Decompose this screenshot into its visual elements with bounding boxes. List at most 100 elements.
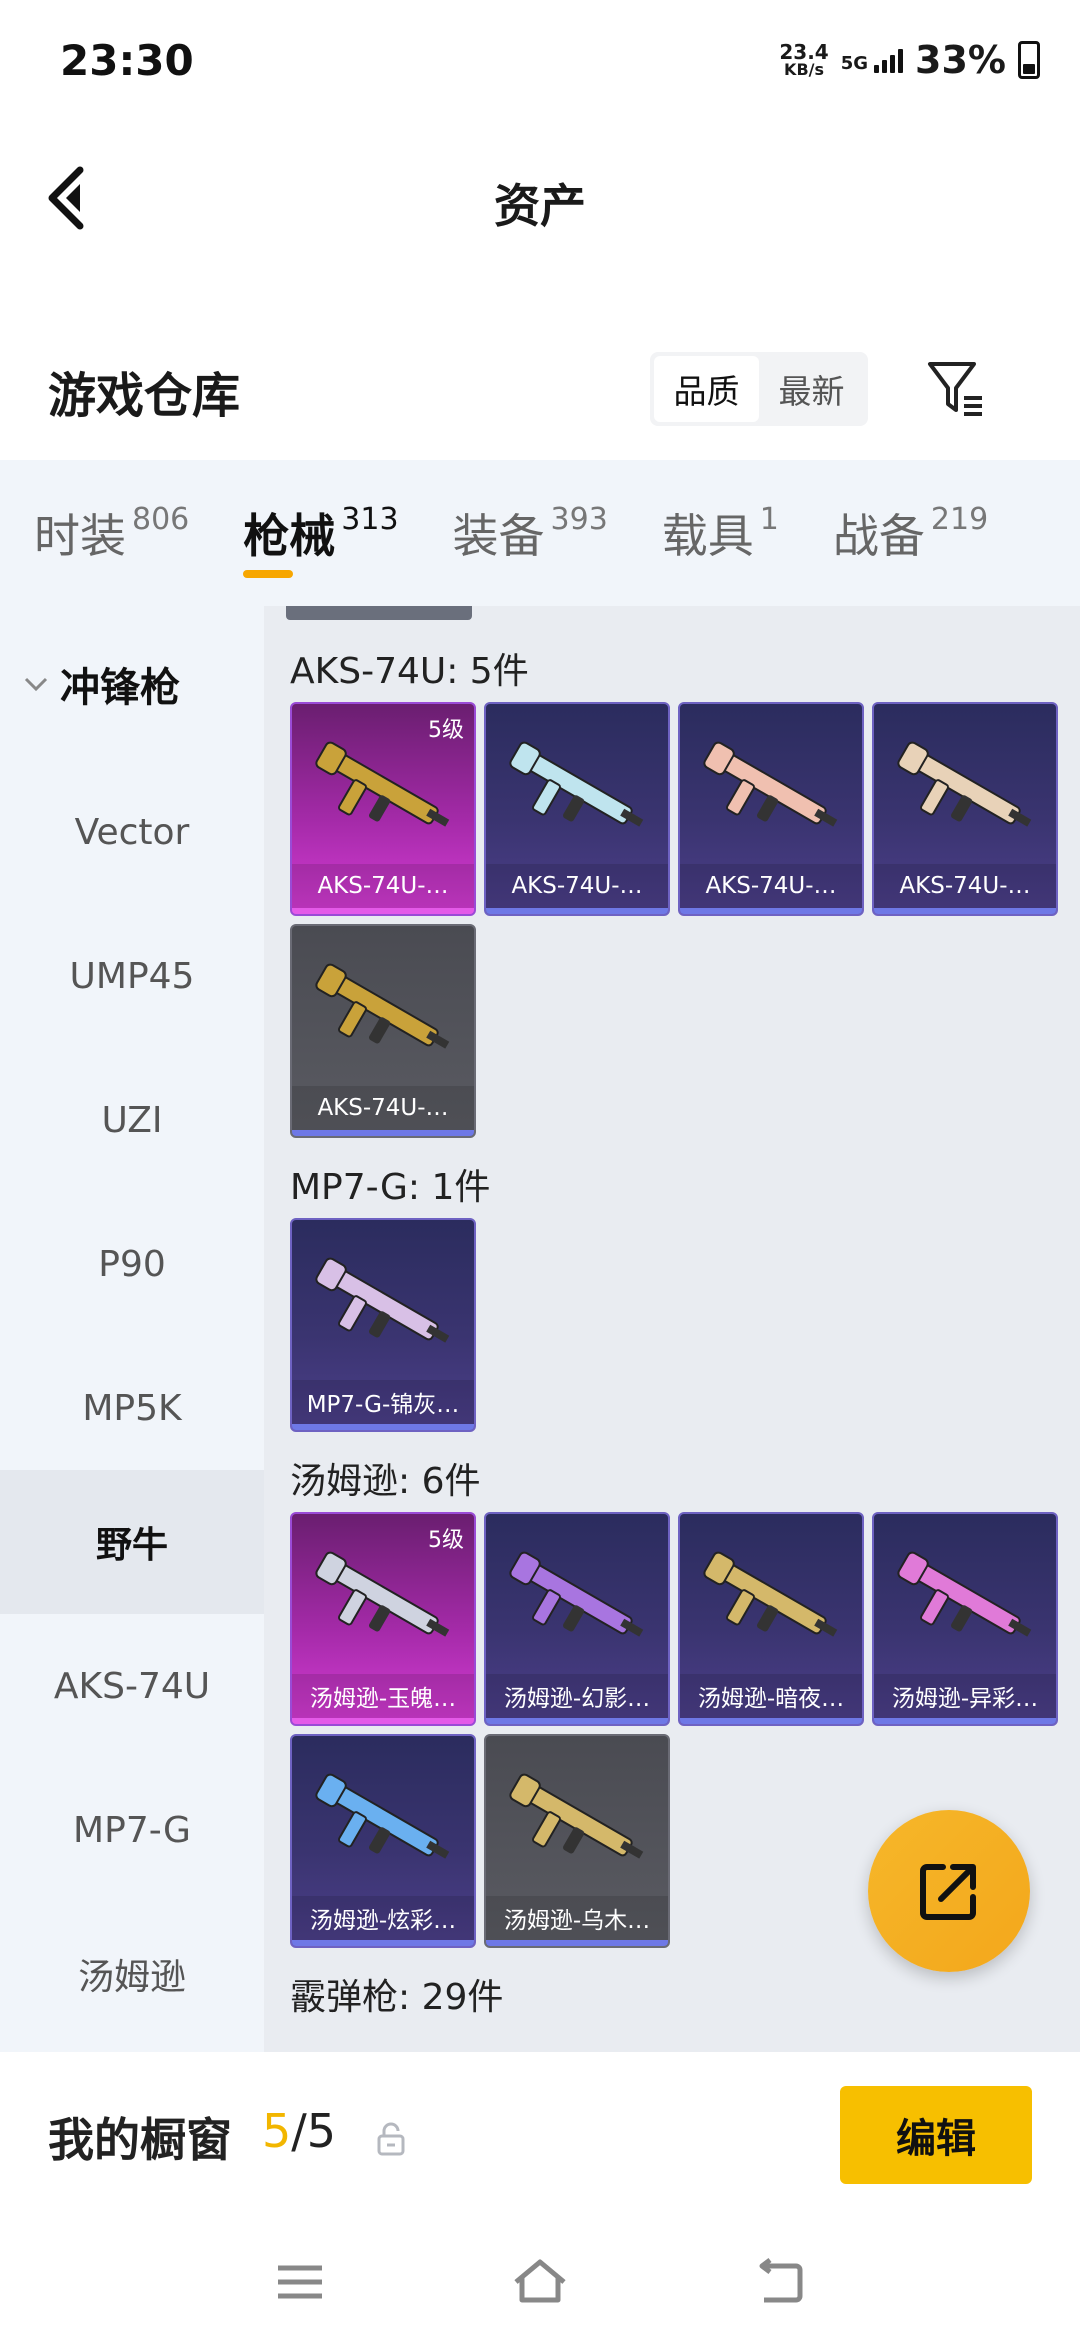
home-icon[interactable] — [510, 2252, 570, 2312]
weapon-name: 汤姆逊-炫彩… — [292, 1896, 474, 1940]
weapon-card[interactable]: 汤姆逊-幻影… — [484, 1512, 670, 1726]
showcase-label: 我的橱窗 — [48, 2113, 232, 2167]
chevron-down-icon — [24, 677, 48, 692]
tab-vehicles[interactable]: 载具 1 — [628, 460, 799, 606]
signal-indicator: 5G — [840, 47, 904, 74]
sidebar-group-smg[interactable]: 冲锋枪 — [0, 644, 264, 724]
weapon-card[interactable]: 汤姆逊-乌木… — [484, 1734, 670, 1948]
network-speed-value: 23.4 — [779, 40, 829, 64]
active-tab-indicator — [243, 570, 294, 578]
weapon-skin-icon — [315, 1551, 450, 1637]
section-title: AKS-74U: 5件 — [290, 651, 529, 692]
weapon-name: AKS-74U-… — [292, 864, 474, 908]
weapon-name: 汤姆逊-幻影… — [486, 1674, 668, 1718]
tab-equipment[interactable]: 装备 393 — [419, 460, 628, 606]
edit-button[interactable]: 编辑 — [840, 2086, 1032, 2184]
rarity-bar — [292, 1424, 474, 1430]
weapon-name: 汤姆逊-玉魄… — [292, 1674, 474, 1718]
tab-label: 枪械 — [243, 509, 336, 563]
showcase-bar: 我的橱窗 5/5 编辑 — [0, 2052, 1080, 2222]
weapon-card[interactable]: AKS-74U-… — [678, 702, 864, 916]
sidebar-item-mp7g[interactable]: MP7-G — [0, 1758, 264, 1902]
previous-card-edge — [286, 606, 472, 620]
network-speed: 23.4 KB/s — [779, 42, 828, 78]
rarity-bar — [292, 1718, 474, 1724]
tab-count: 806 — [132, 501, 190, 537]
weapon-card[interactable]: 5级 汤姆逊-玉魄… — [290, 1512, 476, 1726]
tab-count: 1 — [759, 501, 779, 537]
filter-icon[interactable] — [924, 356, 988, 420]
weapon-name: AKS-74U-… — [486, 864, 668, 908]
rarity-bar — [874, 908, 1056, 914]
sidebar-item-mp5k[interactable]: MP5K — [0, 1336, 264, 1480]
weapon-card[interactable]: 5级 AKS-74U-… — [290, 702, 476, 916]
weapon-card[interactable]: 汤姆逊-暗夜… — [678, 1512, 864, 1726]
rarity-bar — [486, 1940, 668, 1946]
rarity-bar — [486, 1718, 668, 1724]
weapon-card[interactable]: MP7-G-锦灰… — [290, 1218, 476, 1432]
assets-page: 23:30 23.4 KB/s 5G 33% 资产 游戏仓库 品质 最新 时装 … — [0, 0, 1080, 2344]
tab-label: 战备 — [832, 509, 925, 563]
rarity-bar — [292, 1940, 474, 1946]
section-title: 汤姆逊: 6件 — [290, 1461, 481, 1502]
status-bar: 23:30 23.4 KB/s 5G 33% — [0, 0, 1080, 120]
share-button[interactable] — [868, 1810, 1030, 1972]
status-indicators: 23.4 KB/s 5G 33% — [779, 38, 1040, 82]
tab-count: 219 — [930, 501, 989, 537]
rarity-bar — [292, 1130, 474, 1136]
tab-tactical[interactable]: 战备 219 — [799, 460, 1008, 606]
showcase-max: 5 — [306, 2104, 337, 2158]
rarity-bar — [874, 1718, 1056, 1724]
weapon-name: AKS-74U-… — [680, 864, 862, 908]
weapon-card[interactable]: 汤姆逊-炫彩… — [290, 1734, 476, 1948]
warehouse-header: 游戏仓库 品质 最新 — [0, 336, 1080, 456]
sidebar-group-label: 冲锋枪 — [60, 665, 180, 711]
sidebar-item-aks74u[interactable]: AKS-74U — [0, 1614, 264, 1758]
app-header: 资产 — [0, 120, 1080, 276]
sidebar-item-uzi[interactable]: UZI — [0, 1048, 264, 1192]
tab-firearms[interactable]: 枪械 313 — [209, 460, 418, 606]
weapon-type-sidebar: 冲锋枪 Vector UMP45 UZI P90 MP5K 野牛 AKS-74U… — [0, 606, 264, 2052]
weapon-skin-icon — [703, 741, 838, 827]
weapon-skin-icon — [315, 1773, 450, 1859]
section-title: 霰弹枪: 29件 — [290, 1977, 504, 2018]
rarity-bar — [680, 1718, 862, 1724]
weapon-card[interactable]: 汤姆逊-异彩… — [872, 1512, 1058, 1726]
weapon-card[interactable]: AKS-74U-… — [290, 924, 476, 1138]
weapon-skin-icon — [509, 741, 644, 827]
tab-label: 时装 — [34, 509, 126, 563]
sort-toggle: 品质 最新 — [650, 352, 868, 426]
sidebar-item-bizon[interactable]: 野牛 — [0, 1470, 264, 1614]
weapon-skin-icon — [703, 1551, 838, 1637]
network-speed-unit: KB/s — [784, 60, 825, 79]
sidebar-item-thompson[interactable]: 汤姆逊 — [0, 1902, 264, 2046]
weapon-card[interactable]: AKS-74U-… — [484, 702, 670, 916]
warehouse-title: 游戏仓库 — [48, 368, 241, 424]
status-time: 23:30 — [60, 36, 194, 85]
tab-count: 313 — [341, 501, 399, 537]
tab-fashion[interactable]: 时装 806 — [0, 460, 209, 606]
sidebar-item-vector[interactable]: Vector — [0, 760, 264, 904]
weapon-skin-icon — [897, 741, 1032, 827]
weapon-skin-icon — [315, 963, 450, 1049]
return-icon[interactable] — [750, 2252, 810, 2312]
rarity-bar — [486, 908, 668, 914]
lock-icon — [377, 2122, 405, 2156]
sidebar-item-p90[interactable]: P90 — [0, 1192, 264, 1336]
sort-option-quality[interactable]: 品质 — [654, 356, 759, 422]
weapon-name: AKS-74U-… — [292, 1086, 474, 1130]
showcase-separator: / — [291, 2104, 307, 2158]
sort-option-newest[interactable]: 最新 — [759, 356, 864, 422]
rarity-bar — [680, 908, 862, 914]
system-nav-bar — [0, 2222, 1080, 2344]
weapon-name: MP7-G-锦灰… — [292, 1380, 474, 1424]
weapon-skin-icon — [509, 1773, 644, 1859]
showcase-count: 5/5 — [262, 2104, 336, 2158]
rarity-bar — [292, 908, 474, 914]
weapon-name: 汤姆逊-暗夜… — [680, 1674, 862, 1718]
sidebar-item-ump45[interactable]: UMP45 — [0, 904, 264, 1048]
weapon-skin-icon — [315, 741, 450, 827]
menu-icon[interactable] — [270, 2252, 330, 2312]
network-type: 5G — [840, 53, 869, 74]
weapon-card[interactable]: AKS-74U-… — [872, 702, 1058, 916]
